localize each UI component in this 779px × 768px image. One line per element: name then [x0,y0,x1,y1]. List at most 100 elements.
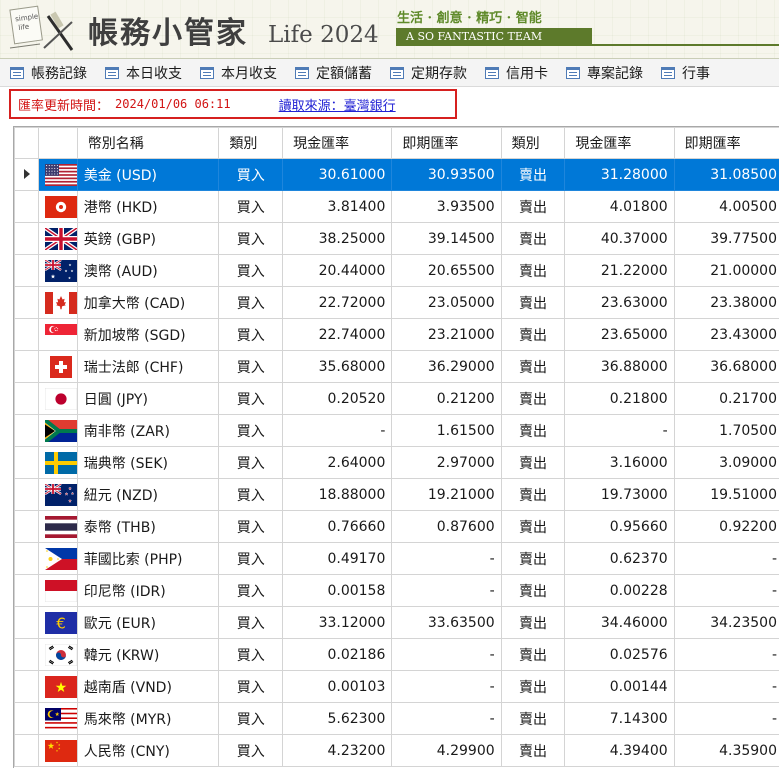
buy-cash-rate-cell: 0.49170 [283,543,392,575]
sell-cash-rate-cell: 4.01800 [565,191,674,223]
toolbar-item-5[interactable]: 定期存款 [380,59,475,86]
sell-spot-rate-cell: 36.68000 [674,351,779,383]
table-row[interactable]: 瑞士法郎 (CHF)買入35.6800036.29000賣出36.8800036… [15,351,779,383]
buy-cash-rate-cell: 0.20520 [283,383,392,415]
row-selector[interactable] [15,543,39,575]
flag-cell [39,223,77,255]
flag-cn-icon [45,740,70,762]
row-selector-header [15,128,39,159]
toolbar-item-3[interactable]: 本月收支 [190,59,285,86]
flag-cell [39,479,77,511]
buy-type-cell: 買入 [219,383,283,415]
buy-spot-rate-cell: 20.65500 [392,255,501,287]
row-selector[interactable] [15,191,39,223]
table-row[interactable]: 南非幣 (ZAR)買入-1.61500賣出-1.70500 [15,415,779,447]
sell-spot-rate-cell: 0.92200 [674,511,779,543]
table-row[interactable]: 澳幣 (AUD)買入20.4400020.65500賣出21.2200021.0… [15,255,779,287]
table-row[interactable]: 人民幣 (CNY)買入4.232004.29900賣出4.394004.3590… [15,735,779,767]
buy-type-cell: 買入 [219,447,283,479]
row-selector[interactable] [15,479,39,511]
table-row[interactable]: 港幣 (HKD)買入3.814003.93500賣出4.018004.00500 [15,191,779,223]
table-row[interactable]: 越南盾 (VND)買入0.00103-賣出0.00144- [15,671,779,703]
current-row-arrow-icon [24,167,30,183]
column-header-sell-type[interactable]: 類別 [501,128,565,159]
toolbar-item-2[interactable]: 本日收支 [95,59,190,86]
table-row[interactable]: 菲國比索 (PHP)買入0.49170-賣出0.62370- [15,543,779,575]
row-selector[interactable] [15,607,39,639]
row-selector[interactable] [15,575,39,607]
sell-cash-rate-cell: 0.62370 [565,543,674,575]
row-selector[interactable] [15,703,39,735]
buy-type-cell: 買入 [219,543,283,575]
row-selector[interactable] [15,287,39,319]
sell-spot-rate-cell: 4.00500 [674,191,779,223]
table-row[interactable]: 印尼幣 (IDR)買入0.00158-賣出0.00228- [15,575,779,607]
column-header-buy-cash[interactable]: 現金匯率 [283,128,392,159]
app-title: 帳務小管家 [88,8,248,52]
row-selector[interactable] [15,415,39,447]
currency-name-cell: 紐元 (NZD) [77,479,219,511]
row-selector[interactable] [15,639,39,671]
buy-type-cell: 買入 [219,479,283,511]
exchange-rate-grid: 幣別名稱 類別 現金匯率 即期匯率 類別 現金匯率 即期匯率 美金 (USD)買… [13,126,779,768]
sell-spot-rate-cell: 3.09000 [674,447,779,479]
flag-se-icon [45,452,70,474]
table-row[interactable]: 美金 (USD)買入30.6100030.93500賣出31.2800031.0… [15,159,779,191]
flag-cell [39,543,77,575]
row-selector[interactable] [15,671,39,703]
row-selector[interactable] [15,223,39,255]
sell-type-cell: 賣出 [501,223,565,255]
row-selector[interactable] [15,159,39,191]
table-row[interactable]: 日圓 (JPY)買入0.205200.21200賣出0.218000.21700 [15,383,779,415]
app-slogan: 生活 · 創意 · 精巧 · 智能 [397,7,542,26]
row-selector[interactable] [15,319,39,351]
table-row[interactable]: €歐元 (EUR)買入33.1200033.63500賣出34.4600034.… [15,607,779,639]
toolbar-item-8[interactable]: 行事 [651,59,718,86]
buy-type-cell: 買入 [219,671,283,703]
sell-cash-rate-cell: 23.65000 [565,319,674,351]
sell-cash-rate-cell: 7.14300 [565,703,674,735]
buy-spot-rate-cell: 2.97000 [392,447,501,479]
table-row[interactable]: 英鎊 (GBP)買入38.2500039.14500賣出40.3700039.7… [15,223,779,255]
sell-cash-rate-cell: 21.22000 [565,255,674,287]
table-row[interactable]: 馬來幣 (MYR)買入5.62300-賣出7.14300- [15,703,779,735]
toolbar-item-1[interactable]: 帳務記錄 [0,59,95,86]
flag-column-header [39,128,77,159]
row-selector[interactable] [15,447,39,479]
table-row[interactable]: 新加坡幣 (SGD)買入22.7400023.21000賣出23.6500023… [15,319,779,351]
column-header-currency[interactable]: 幣別名稱 [77,128,219,159]
table-row[interactable]: 泰幣 (THB)買入0.766600.87600賣出0.956600.92200 [15,511,779,543]
column-header-sell-spot[interactable]: 即期匯率 [674,128,779,159]
list-icon [390,67,411,79]
column-header-buy-type[interactable]: 類別 [219,128,283,159]
table-row[interactable]: 瑞典幣 (SEK)買入2.640002.97000賣出3.160003.0900… [15,447,779,479]
toolbar-item-7[interactable]: 專案記錄 [556,59,651,86]
column-header-buy-spot[interactable]: 即期匯率 [392,128,501,159]
currency-name-cell: 泰幣 (THB) [77,511,219,543]
row-selector[interactable] [15,735,39,767]
buy-type-cell: 買入 [219,607,283,639]
table-row[interactable]: 韓元 (KRW)買入0.02186-賣出0.02576- [15,639,779,671]
main-toolbar: 帳務記錄本日收支本月收支定額儲蓄定期存款信用卡專案記錄行事 [0,59,779,87]
row-selector[interactable] [15,383,39,415]
row-selector[interactable] [15,511,39,543]
column-header-sell-cash[interactable]: 現金匯率 [565,128,674,159]
rate-update-label: 匯率更新時間： [18,95,109,114]
table-row[interactable]: 紐元 (NZD)買入18.8800019.21000賣出19.7300019.5… [15,479,779,511]
flag-id-icon [45,580,70,602]
toolbar-item-6[interactable]: 信用卡 [475,59,556,86]
currency-name-cell: 新加坡幣 (SGD) [77,319,219,351]
flag-vn-icon [45,676,70,698]
table-header-row: 幣別名稱 類別 現金匯率 即期匯率 類別 現金匯率 即期匯率 [15,128,779,159]
flag-cell [39,671,77,703]
table-row[interactable]: 加拿大幣 (CAD)買入22.7200023.05000賣出23.6300023… [15,287,779,319]
row-selector[interactable] [15,351,39,383]
toolbar-item-4[interactable]: 定額儲蓄 [285,59,380,86]
row-selector[interactable] [15,255,39,287]
rate-source-link[interactable]: 讀取來源：臺灣銀行 [279,95,396,114]
currency-name-cell: 港幣 (HKD) [77,191,219,223]
flag-kr-icon [45,644,70,666]
sell-spot-rate-cell: 21.00000 [674,255,779,287]
svg-text:€: € [57,614,67,632]
sell-cash-rate-cell: 0.00144 [565,671,674,703]
